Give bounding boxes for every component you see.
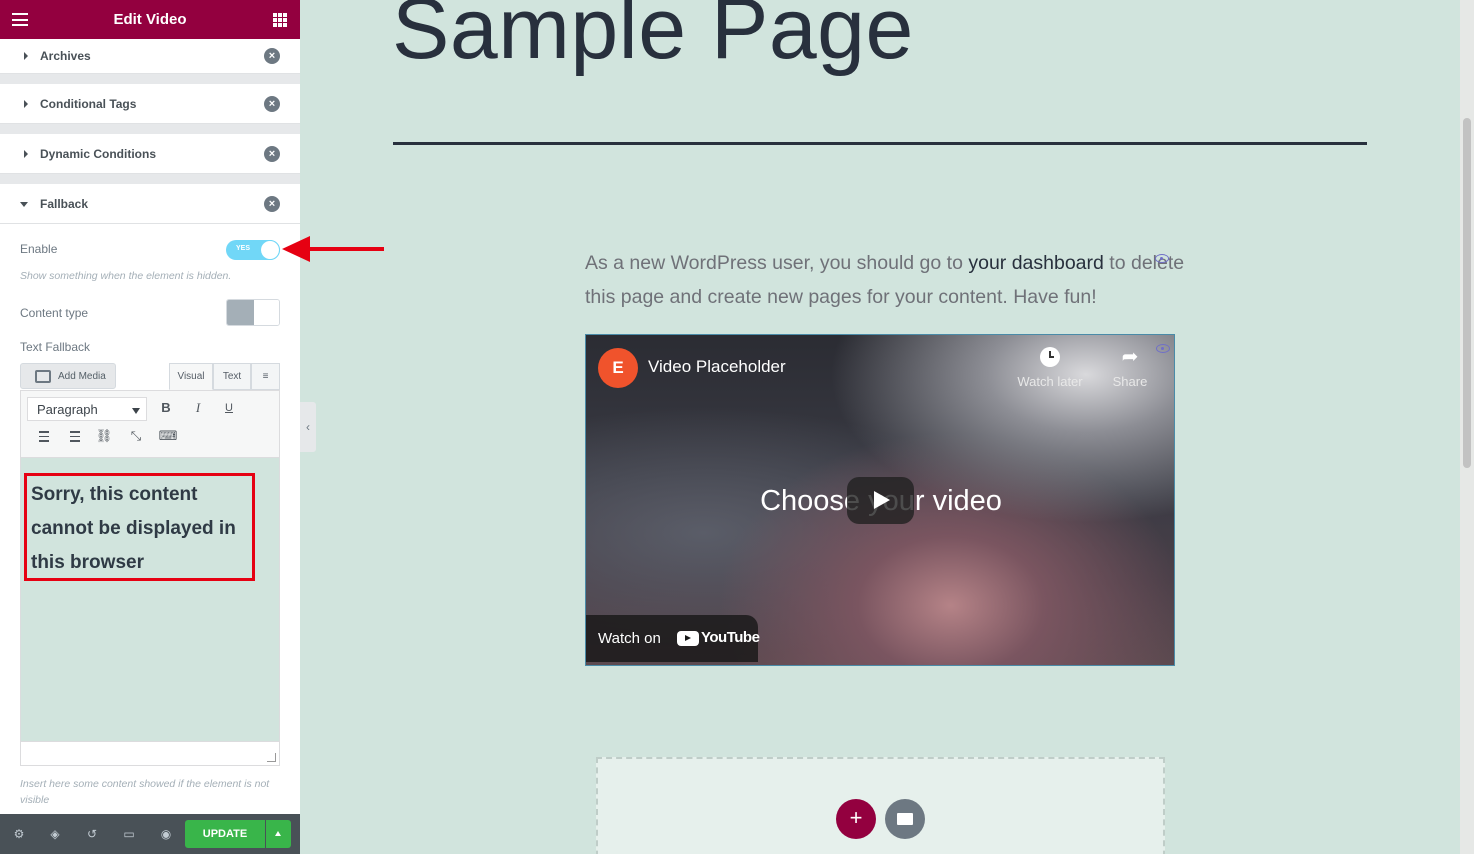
- editor-content-area[interactable]: Sorry, this content cannot be displayed …: [21, 458, 279, 742]
- numbered-list-icon[interactable]: [66, 431, 80, 442]
- play-icon: [874, 491, 890, 509]
- remove-condition-icon[interactable]: ×: [264, 95, 280, 112]
- bullet-list-icon[interactable]: [35, 431, 49, 442]
- update-options-button[interactable]: [266, 820, 291, 848]
- section-label: Dynamic Conditions: [40, 146, 157, 161]
- add-media-label: Add Media: [58, 371, 106, 382]
- text-fallback-editor: Paragraph B I U ⛓ ⤡ ⌨ Sorry, this conten…: [20, 390, 280, 766]
- youtube-play-icon: [677, 631, 699, 646]
- section-label: Archives: [40, 49, 91, 63]
- section-label: Conditional Tags: [40, 96, 137, 111]
- preview-eye-icon[interactable]: ◉: [159, 827, 173, 841]
- section-fallback[interactable]: Fallback ×: [0, 184, 300, 224]
- settings-icon[interactable]: ⚙: [12, 827, 26, 841]
- widgets-grid-icon[interactable]: [273, 13, 287, 27]
- format-select-value: Paragraph: [37, 402, 98, 417]
- chevron-down-icon: [132, 408, 140, 414]
- remove-condition-icon[interactable]: ×: [264, 145, 280, 162]
- enable-toggle[interactable]: YES: [226, 240, 280, 260]
- italic-button[interactable]: I: [187, 397, 209, 419]
- youtube-wordmark: YouTube: [701, 629, 760, 646]
- caret-right-icon: [24, 99, 28, 108]
- fallback-controls: Enable YES Show something when the eleme…: [0, 224, 300, 814]
- enable-label: Enable: [20, 242, 58, 256]
- remove-condition-icon[interactable]: ×: [264, 195, 280, 212]
- section-conditional-tags[interactable]: Conditional Tags ×: [0, 84, 300, 124]
- update-button[interactable]: UPDATE: [185, 820, 265, 848]
- responsive-icon[interactable]: ▭: [122, 827, 136, 841]
- underline-button[interactable]: U: [218, 397, 240, 419]
- watch-later-button[interactable]: Watch later: [1010, 347, 1090, 389]
- history-icon[interactable]: ↺: [85, 827, 99, 841]
- panel-title: Edit Video: [113, 11, 187, 28]
- panel-header: Edit Video: [0, 0, 300, 39]
- bold-button[interactable]: B: [155, 397, 177, 419]
- link-icon[interactable]: ⛓: [93, 425, 115, 447]
- text-fallback-description: Insert here some content showed if the e…: [20, 778, 270, 806]
- page-scrollbar[interactable]: [1460, 0, 1474, 854]
- share-button[interactable]: ➦ Share: [1090, 347, 1170, 389]
- media-icon: [35, 370, 51, 383]
- toggle-knob: [260, 240, 280, 260]
- intro-text-start: As a new WordPress user, you should go t…: [585, 252, 969, 274]
- video-title[interactable]: Video Placeholder: [648, 357, 786, 377]
- keyboard-icon[interactable]: ⌨: [157, 425, 179, 447]
- enable-description: Show something when the element is hidde…: [20, 270, 232, 282]
- tab-text[interactable]: Text: [213, 363, 251, 390]
- format-select[interactable]: Paragraph: [27, 397, 147, 421]
- clock-icon: [1040, 347, 1060, 367]
- watch-on-youtube-button[interactable]: Watch on YouTube: [586, 615, 760, 662]
- video-embed[interactable]: E Video Placeholder Watch later ➦ Share …: [585, 334, 1175, 666]
- annotation-highlight-box: [24, 473, 255, 581]
- section-archives[interactable]: Archives ×: [0, 39, 300, 74]
- collapse-panel-button[interactable]: ‹: [300, 402, 316, 452]
- navigator-icon[interactable]: ◈: [48, 827, 62, 841]
- caret-right-icon: [24, 149, 28, 158]
- toolbar-toggle-icon[interactable]: ≡: [251, 363, 280, 390]
- editor-panel: Edit Video Archives × Conditional Tags ×…: [0, 0, 300, 854]
- template-library-button[interactable]: [885, 799, 925, 839]
- remove-condition-icon[interactable]: ×: [264, 48, 280, 64]
- channel-logo[interactable]: E: [598, 348, 638, 388]
- section-dynamic-conditions[interactable]: Dynamic Conditions ×: [0, 134, 300, 174]
- annotation-arrow: [282, 236, 384, 262]
- add-section-dropzone[interactable]: +: [596, 757, 1165, 854]
- add-media-button[interactable]: Add Media: [20, 363, 116, 389]
- editor-toolbar: Paragraph B I U ⛓ ⤡ ⌨: [21, 391, 279, 458]
- watch-later-label: Watch later: [1017, 374, 1083, 389]
- share-label: Share: [1112, 374, 1148, 389]
- share-icon: ➦: [1121, 346, 1139, 368]
- dashboard-link[interactable]: your dashboard: [968, 252, 1104, 274]
- toggle-text: YES: [236, 245, 251, 252]
- chevron-up-icon: [275, 831, 281, 836]
- text-fallback-label: Text Fallback: [20, 340, 91, 354]
- content-type-text-option[interactable]: [227, 300, 254, 325]
- content-type-label: Content type: [20, 306, 89, 320]
- watch-on-label: Watch on: [598, 630, 661, 647]
- section-label: Fallback: [40, 196, 89, 211]
- content-type-choices: [226, 299, 280, 326]
- folder-icon: [897, 813, 913, 825]
- caret-down-icon: [20, 201, 28, 207]
- hidden-element-eye-icon: [1155, 254, 1169, 263]
- add-section-button[interactable]: +: [836, 799, 876, 839]
- panel-footer: ⚙ ◈ ↺ ▭ ◉ UPDATE: [0, 814, 300, 854]
- editor-statusbar: [21, 741, 279, 765]
- fullscreen-icon[interactable]: ⤡: [125, 425, 147, 447]
- play-button[interactable]: [847, 477, 914, 524]
- scrollbar-thumb[interactable]: [1463, 118, 1471, 468]
- content-type-template-option[interactable]: [254, 300, 279, 325]
- tab-visual[interactable]: Visual: [169, 363, 213, 390]
- title-divider: [393, 142, 1367, 145]
- caret-right-icon: [24, 52, 28, 60]
- intro-paragraph: As a new WordPress user, you should go t…: [585, 246, 1185, 314]
- page-title: Sample Page: [392, 0, 914, 77]
- resize-handle-icon[interactable]: [267, 753, 276, 762]
